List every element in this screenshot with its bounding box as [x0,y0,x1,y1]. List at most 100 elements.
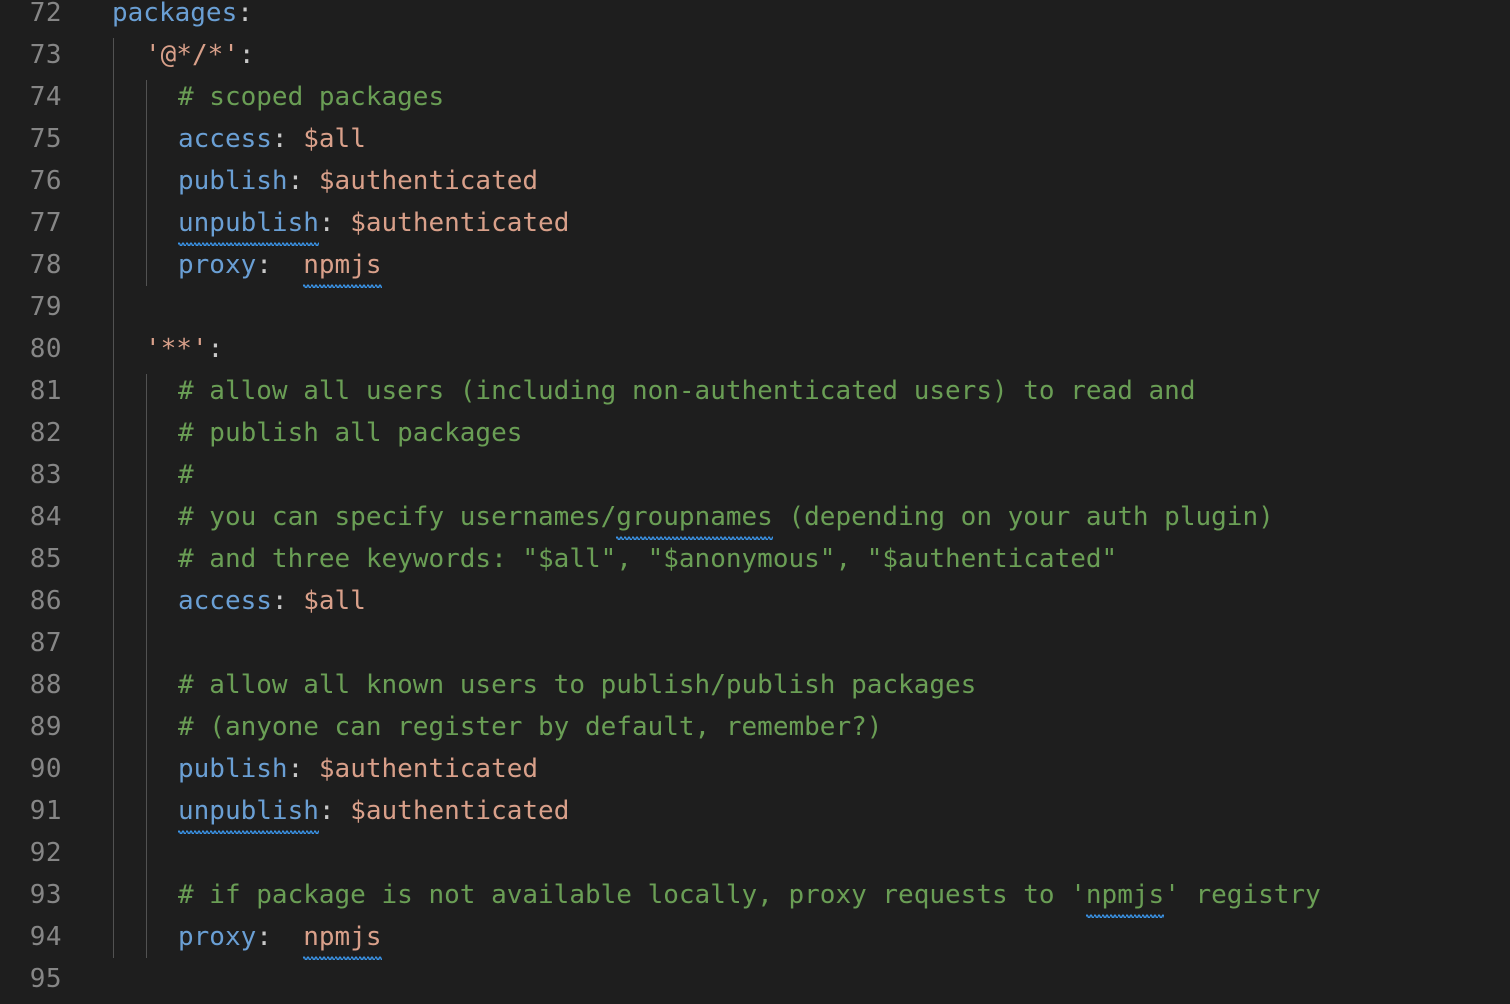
code-token: # publish all packages [178,418,523,448]
token-with-squiggle: groupnames [616,496,773,540]
code-token: (depending on your auth plugin) [772,502,1274,532]
code-line[interactable]: # allow all users (including non-authent… [178,370,1195,412]
line-number: 85 [29,544,62,574]
code-token: # if package is not available locally, p… [178,880,1086,910]
line-number: 73 [29,40,62,70]
code-token: : [256,250,272,280]
code-token: $authenticated [350,796,570,826]
line-number: 81 [29,376,62,406]
code-line[interactable]: publish: $authenticated [178,748,538,790]
line-number: 80 [29,334,62,364]
code-token: '**' [145,334,208,364]
code-line[interactable]: proxy: npmjs [178,244,382,288]
code-token: packages [112,0,238,28]
code-token: : [238,40,255,70]
code-line[interactable]: # publish all packages [178,412,522,454]
line-number: 88 [29,670,62,700]
line-number: 78 [29,250,62,280]
line-number: 86 [29,586,62,616]
line-number: 91 [29,796,62,826]
line-number: 84 [29,502,62,532]
code-token: # [178,460,194,490]
code-line[interactable]: unpublish: $authenticated [178,790,570,834]
code-token: : [271,586,288,616]
line-number: 94 [29,922,62,952]
line-number: 75 [29,124,62,154]
indent-guide [146,374,147,958]
code-line[interactable]: '@*/*': [145,34,255,76]
line-number: 95 [29,964,62,994]
code-token: publish [178,166,288,196]
line-number-gutter: 72 73 74 75 76 77 78 79 80 81 82 83 84 85 86 87 88 89 90 91… [0,0,96,1004]
code-token: $authenticated [318,754,539,784]
code-token: : [256,922,272,952]
line-number: 87 [29,628,62,658]
code-line[interactable]: proxy: npmjs [178,916,382,960]
indent-guide [113,38,114,958]
code-token: proxy [178,922,257,952]
code-token: : [271,124,288,154]
code-token: : [318,208,335,238]
code-line[interactable]: '**': [145,328,223,370]
code-line[interactable]: # (anyone can register by default, remem… [178,706,882,748]
code-token: access [178,124,272,154]
code-token: : [237,0,253,28]
line-number: 76 [29,166,62,196]
line-number: 79 [29,292,62,322]
token-with-squiggle: unpublish [178,790,319,834]
code-token: '@*/*' [145,40,239,70]
code-token: proxy [178,250,257,280]
token-with-squiggle: unpublish [178,202,319,246]
code-line[interactable]: # [178,454,194,496]
code-line[interactable]: unpublish: $authenticated [178,202,570,246]
token-with-squiggle: npmjs [303,244,382,288]
code-token: : [318,796,335,826]
code-token: publish [178,754,288,784]
code-line[interactable]: packages: [112,0,253,34]
code-token: ' registry [1164,880,1321,910]
code-line[interactable]: # if package is not available locally, p… [178,874,1321,918]
code-line[interactable]: access: $all [178,118,366,160]
code-line[interactable]: publish: $authenticated [178,160,538,202]
line-number: 72 [29,0,62,28]
code-line[interactable]: # scoped packages [178,76,444,118]
code-token: # you can specify usernames/ [178,502,617,532]
code-token: # (anyone can register by default, remem… [178,712,883,742]
token-with-squiggle: npmjs [1085,874,1165,918]
code-token: # and three keywords: "$all", "$anonymou… [178,544,1118,574]
code-token: # allow all known users to publish/publi… [178,670,977,700]
code-line[interactable]: access: $all [178,580,366,622]
code-token: $all [303,124,366,154]
code-token: # allow all users (including non-authent… [178,376,1196,406]
line-number: 89 [29,712,62,742]
code-token: : [287,754,304,784]
code-editor-viewport[interactable]: packages: '@*/*': # scoped packages access:… [0,0,1510,1004]
code-token: $authenticated [318,166,539,196]
indent-guide [146,80,147,286]
line-number: 92 [29,838,62,868]
line-number: 77 [29,208,62,238]
code-line[interactable]: # and three keywords: "$all", "$anonymou… [178,538,1117,580]
code-token: : [287,166,304,196]
code-token: # scoped packages [178,82,445,112]
code-line[interactable]: # allow all known users to publish/publi… [178,664,976,706]
line-number: 82 [29,418,62,448]
line-number: 74 [29,82,62,112]
code-token: : [207,334,224,364]
line-number: 83 [29,460,62,490]
code-line[interactable]: # you can specify usernames/groupnames (… [178,496,1274,540]
line-number: 93 [29,880,62,910]
code-content-area[interactable]: packages: '@*/*': # scoped packages access:… [0,0,1510,1004]
line-number: 90 [29,754,62,784]
code-token: $authenticated [350,208,570,238]
code-token: access [178,586,272,616]
code-token: $all [303,586,366,616]
